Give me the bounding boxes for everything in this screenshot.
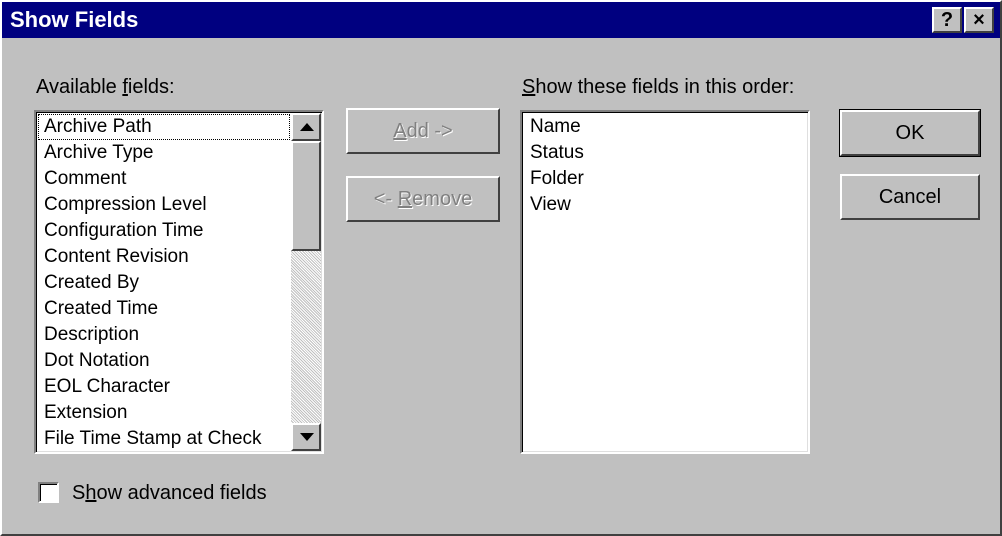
remove-label-mnemonic: R: [397, 188, 413, 210]
title-bar[interactable]: Show Fields ? ×: [2, 2, 1000, 38]
available-field-item[interactable]: Comment: [38, 166, 290, 192]
advanced-label-prefix: S: [72, 482, 86, 504]
available-field-item[interactable]: Description: [38, 322, 290, 348]
available-scrollbar[interactable]: [291, 113, 321, 451]
available-field-item[interactable]: Created By: [38, 270, 290, 296]
available-field-item[interactable]: Created Time: [38, 296, 290, 322]
ok-button[interactable]: OK: [839, 109, 981, 157]
show-fields-dialog: Show Fields ? × Available fields: Archiv…: [0, 0, 1002, 536]
shown-field-item[interactable]: Folder: [524, 166, 806, 192]
add-label-suffix: dd ->: [406, 120, 453, 142]
available-field-item[interactable]: Archive Path: [38, 114, 290, 140]
scroll-up-icon: [300, 123, 314, 131]
available-field-item[interactable]: EOL Character: [38, 374, 290, 400]
available-field-item[interactable]: Dot Notation: [38, 348, 290, 374]
available-label-prefix: Available: [36, 76, 123, 98]
remove-button[interactable]: <- Remove: [346, 176, 500, 222]
shown-label-suffix: how these fields in this order:: [535, 76, 795, 98]
available-label-suffix: ields:: [127, 76, 175, 98]
scroll-down-icon: [300, 433, 314, 441]
available-field-item[interactable]: Extension: [38, 400, 290, 426]
cancel-button[interactable]: Cancel: [840, 174, 980, 220]
advanced-label-mnemonic: h: [85, 482, 97, 504]
add-label-mnemonic: A: [393, 120, 407, 142]
available-field-item[interactable]: Compression Level: [38, 192, 290, 218]
shown-items: Name Status Folder View: [524, 114, 806, 218]
available-field-item[interactable]: Archive Type: [38, 140, 290, 166]
shown-field-item[interactable]: Name: [524, 114, 806, 140]
show-advanced-checkbox[interactable]: [38, 482, 59, 503]
shown-label-mnemonic: S: [522, 76, 536, 98]
available-field-item[interactable]: File Time Stamp at Check: [38, 426, 290, 452]
available-fields-label: Available fields:: [36, 76, 175, 98]
advanced-label-suffix: ow advanced fields: [96, 482, 267, 504]
available-items: Archive Path Archive Type Comment Compressi…: [38, 114, 290, 452]
shown-fields-list[interactable]: Name Status Folder View: [520, 110, 810, 454]
shown-fields-label: Show these fields in this order:: [522, 76, 794, 98]
remove-label-prefix: <-: [373, 188, 398, 210]
scroll-thumb[interactable]: [291, 141, 321, 251]
available-field-item[interactable]: Content Revision: [38, 244, 290, 270]
shown-field-item[interactable]: Status: [524, 140, 806, 166]
dialog-title: Show Fields: [10, 7, 139, 32]
available-field-item[interactable]: Configuration Time: [38, 218, 290, 244]
scroll-down-button[interactable]: [291, 423, 321, 451]
add-button[interactable]: Add ->: [346, 108, 500, 154]
help-button[interactable]: ?: [932, 7, 962, 33]
remove-label-suffix: emove: [412, 188, 473, 210]
shown-field-item[interactable]: View: [524, 192, 806, 218]
available-fields-list[interactable]: Archive Path Archive Type Comment Compressi…: [34, 110, 324, 454]
close-button[interactable]: ×: [964, 7, 994, 33]
show-advanced-label[interactable]: Show advanced fields: [72, 482, 267, 504]
scroll-up-button[interactable]: [291, 113, 321, 141]
